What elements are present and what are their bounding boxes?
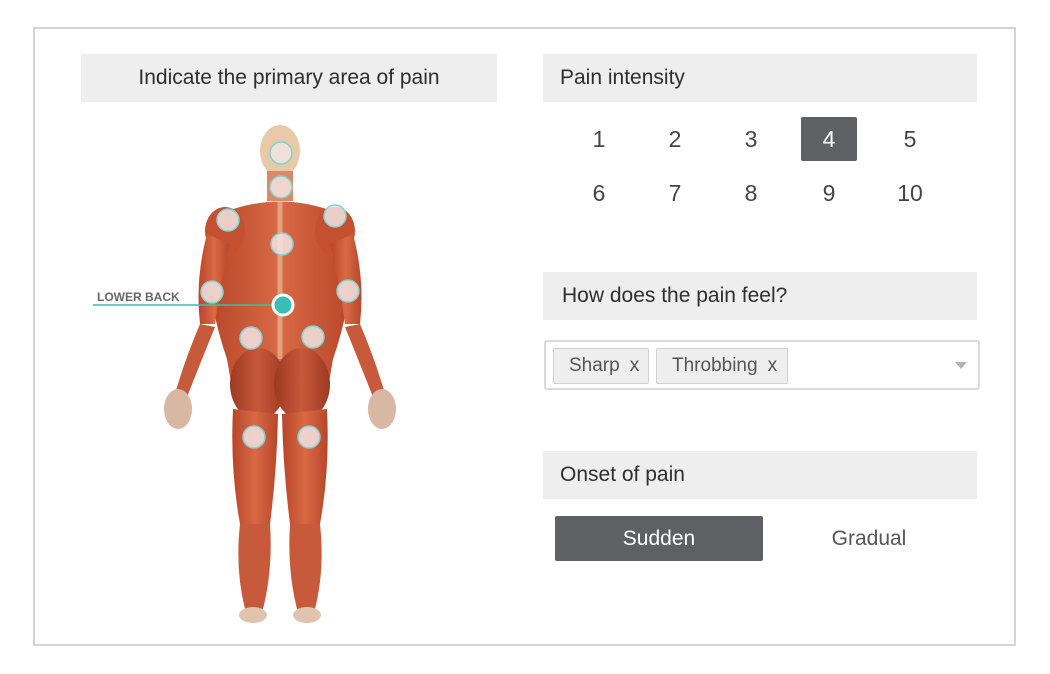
onset-heading-text: Onset of pain xyxy=(560,463,685,486)
marker-knee-right[interactable] xyxy=(297,425,321,449)
arm-right-lower xyxy=(345,324,385,397)
leg-right-lower xyxy=(289,524,322,609)
remove-tag-icon[interactable]: x xyxy=(768,355,778,377)
marker-knee-left[interactable] xyxy=(242,425,266,449)
pain-feel-multiselect[interactable]: Sharp x Throbbing x xyxy=(544,340,980,390)
hand-left xyxy=(164,389,192,429)
area-heading-text: Indicate the primary area of pain xyxy=(138,66,440,89)
hand-right xyxy=(368,389,396,429)
intensity-option[interactable]: 8 xyxy=(723,171,779,215)
marker-head[interactable] xyxy=(269,141,293,165)
intensity-heading-text: Pain intensity xyxy=(560,66,685,89)
onset-sudden-button[interactable]: Sudden xyxy=(555,516,763,561)
marker-upper-back[interactable] xyxy=(270,232,294,256)
leg-left-lower xyxy=(238,524,271,609)
glute-right xyxy=(274,348,330,420)
tag-label: Throbbing xyxy=(672,355,758,376)
onset-heading: Onset of pain xyxy=(543,451,977,499)
intensity-option[interactable]: 10 xyxy=(882,171,938,215)
foot-right xyxy=(293,607,321,623)
intensity-option[interactable]: 2 xyxy=(647,117,703,161)
dropdown-arrow-icon[interactable] xyxy=(955,362,967,369)
marker-neck[interactable] xyxy=(269,175,293,199)
tag-label: Sharp xyxy=(569,355,620,376)
marker-hip-right[interactable] xyxy=(301,325,325,349)
intensity-scale: 1 2 3 4 5 6 7 8 9 10 xyxy=(561,117,991,227)
intensity-option-selected[interactable]: 4 xyxy=(801,117,857,161)
feel-heading: How does the pain feel? xyxy=(543,272,977,320)
marker-shoulder-left[interactable] xyxy=(216,208,240,232)
intensity-option[interactable]: 3 xyxy=(723,117,779,161)
marker-elbow-left[interactable] xyxy=(200,280,224,304)
intensity-heading: Pain intensity xyxy=(543,54,977,102)
intensity-option[interactable]: 6 xyxy=(571,171,627,215)
onset-gradual-button[interactable]: Gradual xyxy=(765,516,973,561)
area-heading: Indicate the primary area of pain xyxy=(81,54,497,102)
marker-hip-left[interactable] xyxy=(239,326,263,350)
body-map: LOWER BACK xyxy=(35,119,515,629)
marker-lower-back-selected[interactable] xyxy=(271,293,295,317)
foot-left xyxy=(239,607,267,623)
intensity-option[interactable]: 1 xyxy=(571,117,627,161)
tag-throbbing: Throbbing x xyxy=(656,348,788,384)
intensity-option[interactable]: 5 xyxy=(882,117,938,161)
marker-elbow-right[interactable] xyxy=(336,279,360,303)
body-figure: LOWER BACK xyxy=(93,125,396,623)
intensity-option[interactable]: 7 xyxy=(647,171,703,215)
tag-sharp: Sharp x xyxy=(553,348,649,384)
arm-left-lower xyxy=(175,324,215,397)
marker-shoulder-right[interactable] xyxy=(323,204,347,228)
lower-back-label: LOWER BACK xyxy=(97,290,180,304)
remove-tag-icon[interactable]: x xyxy=(630,355,640,377)
feel-heading-text: How does the pain feel? xyxy=(562,284,788,307)
intensity-option[interactable]: 9 xyxy=(801,171,857,215)
pain-assessment-card: Indicate the primary area of pain LOWER … xyxy=(33,27,1016,646)
